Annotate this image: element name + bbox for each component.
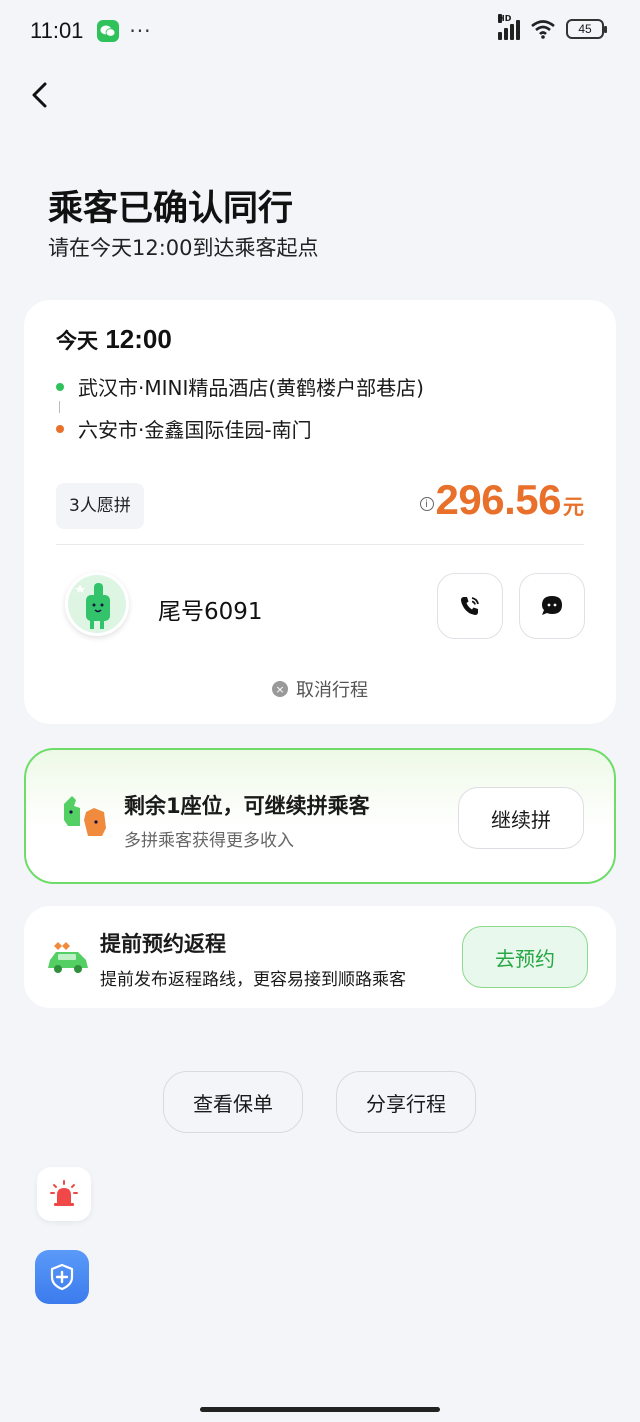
home-indicator[interactable] — [200, 1407, 440, 1412]
price-currency: 元 — [563, 495, 584, 519]
back-button[interactable] — [26, 80, 56, 110]
page-title: 乘客已确认同行 — [48, 189, 294, 229]
wechat-icon — [97, 20, 120, 42]
cancel-trip-label: 取消行程 — [296, 680, 368, 701]
thumbs-up-avatar-icon — [68, 575, 126, 633]
return-trip-title: 提前预约返程 — [100, 932, 226, 956]
cancel-trip-button[interactable]: × 取消行程 — [24, 676, 616, 702]
pool-badge: 3人愿拼 — [56, 483, 144, 529]
signal-icon: HD — [498, 14, 520, 40]
shield-icon — [50, 1263, 74, 1291]
route-connector — [59, 401, 60, 413]
trip-card: 今天 12:00 武汉市·MINI精品酒店(黄鹤楼户部巷店) 六安市·金鑫国际佳… — [24, 300, 616, 724]
destination-address: 六安市·金鑫国际佳园-南门 — [78, 418, 312, 442]
return-trip-desc: 提前发布返程路线，更容易接到顺路乘客 — [100, 970, 406, 990]
car-icon — [48, 942, 88, 973]
view-policy-button[interactable]: 查看保单 — [163, 1071, 303, 1133]
destination-row: 六安市·金鑫国际佳园-南门 — [56, 414, 312, 443]
origin-dot-icon — [56, 382, 64, 391]
message-button[interactable] — [519, 573, 585, 639]
status-bar: 11:01 ··· HD 45 — [0, 0, 640, 62]
share-trip-button[interactable]: 分享行程 — [336, 1071, 476, 1133]
origin-row: 武汉市·MINI精品酒店(黄鹤楼户部巷店) — [56, 372, 424, 401]
continue-pool-card: 剩余1座位，可继续拼乘客 多拼乘客获得更多收入 继续拼 — [24, 748, 616, 884]
avatar[interactable] — [65, 572, 129, 636]
trip-time: 今天 12:00 — [56, 324, 172, 354]
continue-pool-desc: 多拼乘客获得更多收入 — [124, 831, 294, 851]
status-time: 11:01 — [30, 18, 84, 43]
continue-pool-title: 剩余1座位，可继续拼乘客 — [124, 794, 370, 818]
battery-icon: 45 — [566, 19, 607, 39]
chat-bubble-icon — [542, 596, 562, 615]
price-value: 296.56 — [435, 476, 562, 523]
call-button[interactable] — [437, 573, 503, 639]
chevron-left-icon — [32, 82, 47, 108]
emergency-alarm-button[interactable] — [37, 1167, 91, 1221]
origin-address: 武汉市·MINI精品酒店(黄鹤楼户部巷店) — [78, 376, 424, 400]
wifi-icon — [531, 20, 555, 39]
passenger-name: 尾号6091 — [158, 599, 263, 625]
siren-icon — [50, 1180, 78, 1206]
page-subtitle: 请在今天12:00到达乘客起点 — [48, 236, 319, 260]
price: i 296.56 元 — [419, 476, 584, 524]
destination-dot-icon — [56, 424, 64, 433]
return-trip-card: 提前预约返程 提前发布返程路线，更容易接到顺路乘客 去预约 — [24, 906, 616, 1008]
phone-icon — [461, 597, 479, 615]
safety-center-button[interactable] — [35, 1250, 89, 1304]
divider — [56, 544, 584, 545]
more-notifications-icon: ··· — [129, 19, 152, 43]
info-icon[interactable]: i — [419, 497, 434, 511]
continue-pool-button[interactable]: 继续拼 — [458, 787, 584, 849]
book-return-button[interactable]: 去预约 — [462, 926, 588, 988]
close-icon: × — [272, 681, 288, 697]
handshake-icon — [64, 796, 106, 836]
